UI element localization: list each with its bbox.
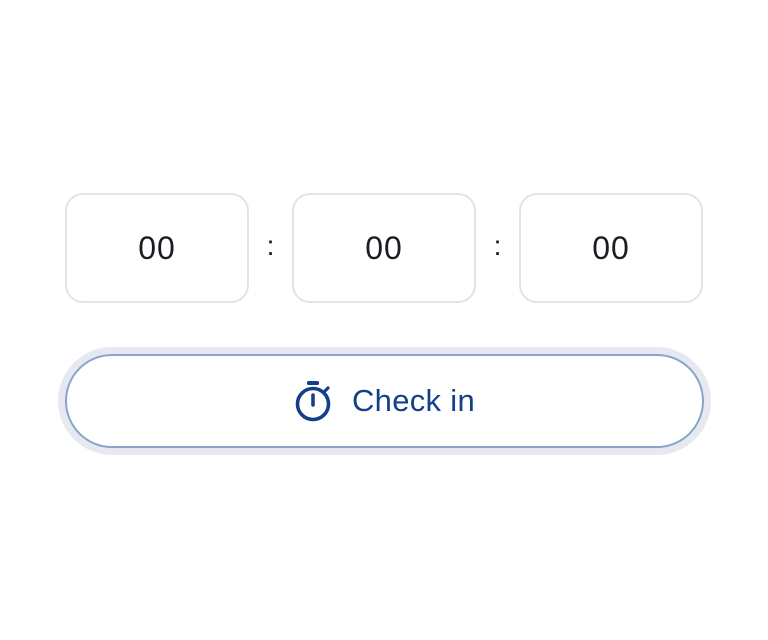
minutes-box: 00	[292, 193, 476, 303]
hours-value: 00	[138, 229, 176, 266]
check-in-label: Check in	[351, 383, 475, 418]
minutes-seconds-separator: :	[493, 230, 502, 261]
time-display: 00 : 00 : 00	[65, 193, 704, 303]
timer-widget: 00 : 00 : 00 Check in	[65, 193, 704, 448]
check-in-button[interactable]: Check in	[65, 354, 704, 448]
hours-minutes-separator: :	[266, 230, 275, 261]
seconds-box: 00	[519, 193, 703, 303]
minutes-value: 00	[365, 229, 403, 266]
seconds-value: 00	[592, 229, 630, 266]
stopwatch-icon	[294, 379, 332, 423]
checkin-wrap: Check in	[65, 354, 704, 448]
hours-box: 00	[65, 193, 249, 303]
